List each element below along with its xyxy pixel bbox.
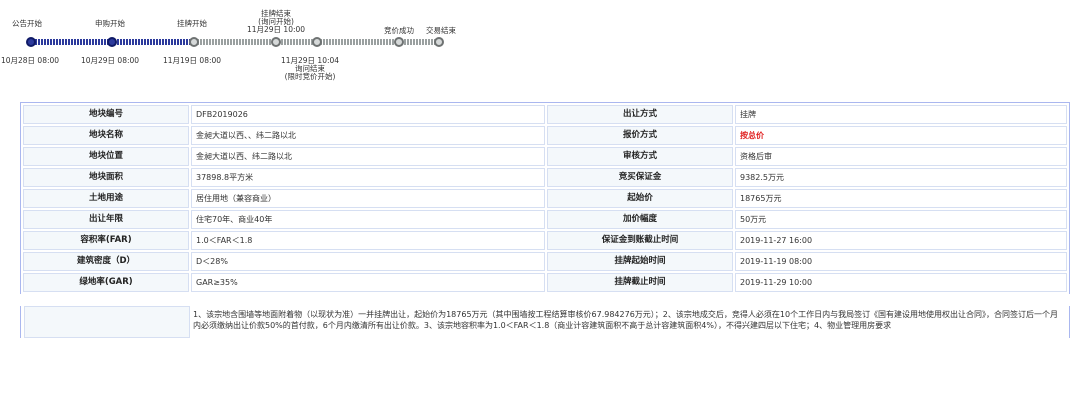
- field-label: 出让方式: [547, 105, 733, 124]
- timeline-node-6: [394, 37, 404, 47]
- field-value: 金昶大道以西、、纬二路以北: [191, 126, 545, 145]
- field-value: GAR≥35%: [191, 273, 545, 292]
- field-value: 37898.8平方米: [191, 168, 545, 187]
- field-value: 1.0＜FAR＜1.8: [191, 231, 545, 250]
- timeline-node-7: [434, 37, 444, 47]
- field-label: 地块面积: [23, 168, 189, 187]
- stage-label-announce-start: 公告开始: [12, 19, 42, 28]
- table-row: 地块编号 DFB2019026 出让方式 挂牌: [23, 105, 1067, 124]
- field-value: D＜28%: [191, 252, 545, 271]
- field-label: 绿地率(GAR): [23, 273, 189, 292]
- timeline-node-2: [107, 37, 117, 47]
- table-row: 出让年限 住宅70年、商业40年 加价幅度 50万元: [23, 210, 1067, 229]
- field-label: 加价幅度: [547, 210, 733, 229]
- timeline-node-4: [271, 37, 281, 47]
- field-value: 金昶大道以西、纬二路以北: [191, 147, 545, 166]
- table-row: 地块名称 金昶大道以西、、纬二路以北 报价方式 按总价: [23, 126, 1067, 145]
- field-label: 出让年限: [23, 210, 189, 229]
- stage-label-listing-end: 挂牌结束 (询问开始) 11月29日 10:00: [246, 9, 306, 34]
- field-label: 建筑密度（D）: [23, 252, 189, 271]
- stage-date-3: 11月19日 08:00: [162, 56, 222, 65]
- field-label: 地块编号: [23, 105, 189, 124]
- stage-date-1: 10月28日 08:00: [0, 56, 60, 65]
- stage-label-trade-end: 交易结束: [426, 26, 456, 35]
- field-value: 挂牌: [735, 105, 1067, 124]
- field-label: 地块位置: [23, 147, 189, 166]
- table-row: 地块位置 金昶大道以西、纬二路以北 审核方式 资格后审: [23, 147, 1067, 166]
- stage-label-bid-success: 竞价成功: [384, 26, 414, 35]
- field-value: 居住用地（兼容商业）: [191, 189, 545, 208]
- timeline-node-1: [26, 37, 36, 47]
- field-label: 起始价: [547, 189, 733, 208]
- timeline-node-5: [312, 37, 322, 47]
- field-value: 2019-11-19 08:00: [735, 252, 1067, 271]
- field-label: 挂牌起始时间: [547, 252, 733, 271]
- remarks-row: 1、该宗地含围墙等地面附着物（以现状为准）一并挂牌出让，起始价为18765万元（…: [20, 306, 1070, 338]
- stage-label-listing-start: 挂牌开始: [177, 19, 207, 28]
- field-label: 地块名称: [23, 126, 189, 145]
- field-value: 18765万元: [735, 189, 1067, 208]
- timeline-track: [26, 37, 445, 47]
- field-label: 土地用途: [23, 189, 189, 208]
- table-row: 绿地率(GAR) GAR≥35% 挂牌截止时间 2019-11-29 10:00: [23, 273, 1067, 292]
- field-value: 住宅70年、商业40年: [191, 210, 545, 229]
- remarks-text: 1、该宗地含围墙等地面附着物（以现状为准）一并挂牌出让，起始价为18765万元（…: [193, 310, 1059, 330]
- land-info-table: 地块编号 DFB2019026 出让方式 挂牌 地块名称 金昶大道以西、、纬二路以北 报价方…: [20, 102, 1070, 294]
- stage-date-2: 10月29日 08:00: [80, 56, 140, 65]
- field-label: 容积率(FAR): [23, 231, 189, 250]
- table-row: 地块面积 37898.8平方米 竞买保证金 9382.5万元: [23, 168, 1067, 187]
- field-value: 9382.5万元: [735, 168, 1067, 187]
- field-value: 按总价: [735, 126, 1067, 145]
- field-value: 2019-11-27 16:00: [735, 231, 1067, 250]
- field-value: 50万元: [735, 210, 1067, 229]
- timeline-node-3: [189, 37, 199, 47]
- table-row: 土地用途 居住用地（兼容商业） 起始价 18765万元: [23, 189, 1067, 208]
- field-value: 资格后审: [735, 147, 1067, 166]
- field-label: 保证金到账截止时间: [547, 231, 733, 250]
- field-label: 竞买保证金: [547, 168, 733, 187]
- field-label: 挂牌截止时间: [547, 273, 733, 292]
- field-label: 审核方式: [547, 147, 733, 166]
- field-label: 报价方式: [547, 126, 733, 145]
- stage-date-5: 11月29日 10:04 询问结束 (限时竞价开始): [280, 56, 340, 81]
- remarks-label-cell: [24, 306, 190, 338]
- table-row: 建筑密度（D） D＜28% 挂牌起始时间 2019-11-19 08:00: [23, 252, 1067, 271]
- field-value: DFB2019026: [191, 105, 545, 124]
- field-value: 2019-11-29 10:00: [735, 273, 1067, 292]
- stage-label-subscribe-start: 申购开始: [95, 19, 125, 28]
- table-row: 容积率(FAR) 1.0＜FAR＜1.8 保证金到账截止时间 2019-11-27 1…: [23, 231, 1067, 250]
